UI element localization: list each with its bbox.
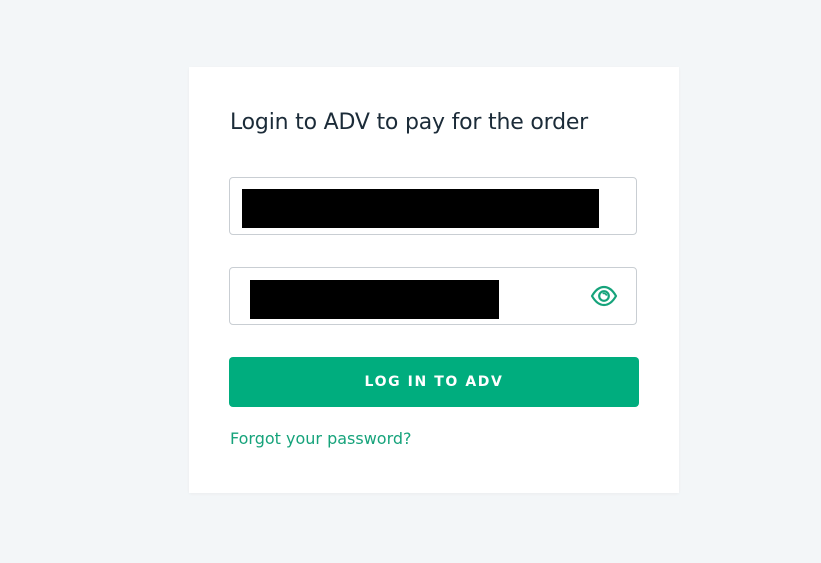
password-redaction: [250, 280, 499, 319]
login-card: Login to ADV to pay for the order LOG IN…: [189, 67, 679, 493]
password-field[interactable]: [229, 267, 637, 325]
login-button[interactable]: LOG IN TO ADV: [229, 357, 639, 407]
forgot-password-link[interactable]: Forgot your password?: [230, 429, 412, 448]
login-redaction: [242, 189, 599, 228]
login-field[interactable]: [229, 177, 637, 235]
page-title: Login to ADV to pay for the order: [230, 110, 589, 135]
eye-icon[interactable]: [590, 284, 618, 308]
